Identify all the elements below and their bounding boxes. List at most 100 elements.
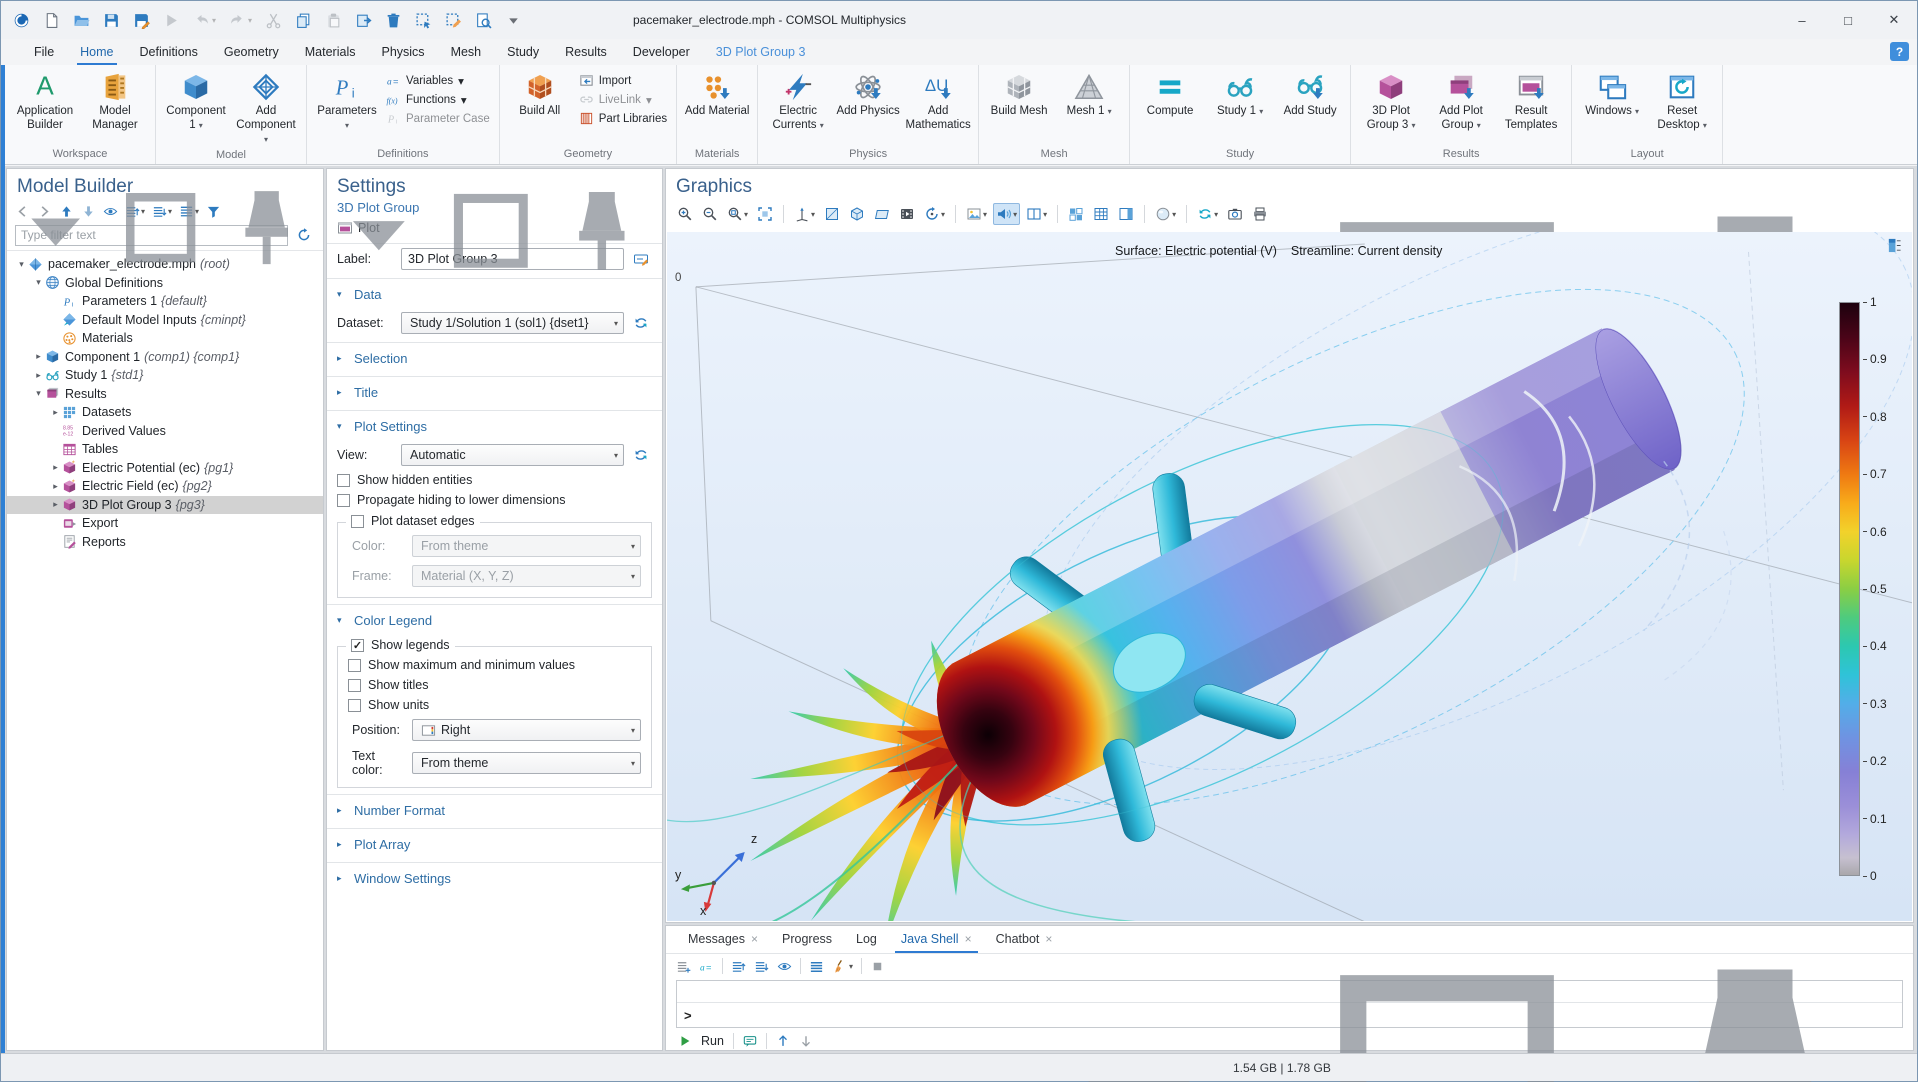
help-button[interactable]: ? — [1890, 42, 1909, 61]
position-select[interactable]: Right — [412, 719, 641, 741]
copy-button[interactable] — [295, 12, 312, 29]
dataset-select[interactable]: Study 1/Solution 1 (sol1) {dset1} — [401, 312, 624, 334]
stop-button[interactable] — [870, 959, 885, 974]
ribbon-tab-definitions[interactable]: Definitions — [127, 41, 211, 65]
tree-expander-icon[interactable]: ▸ — [49, 481, 62, 492]
part-libraries-button[interactable]: Part Libraries — [579, 111, 667, 126]
tree-node-tables[interactable]: Tables — [7, 440, 323, 459]
float-panel-icon[interactable] — [439, 179, 543, 283]
mesh-1-button[interactable]: Mesh 1 ▾ — [1054, 68, 1124, 121]
tree-node-3d-plot-group-3[interactable]: ▸3D Plot Group 3{pg3} — [7, 496, 323, 515]
maximize-button[interactable]: □ — [1825, 1, 1871, 39]
pin-panel-icon[interactable] — [218, 179, 315, 276]
tree-expander-icon[interactable]: ▸ — [32, 370, 45, 381]
ribbon-tab-geometry[interactable]: Geometry — [211, 41, 292, 65]
undo-button[interactable]: ▾ — [193, 12, 216, 29]
save-as-button[interactable] — [133, 12, 150, 29]
tree-node-default-model-inputs[interactable]: Default Model Inputs{cminpt} — [7, 311, 323, 330]
tree-node-derived-values[interactable]: 8.85e-12Derived Values — [7, 422, 323, 441]
zoom-box-button[interactable]: ▾ — [724, 203, 751, 225]
tree-node-materials[interactable]: Materials — [7, 329, 323, 348]
functions-button[interactable]: f(x)Functions▾ — [386, 92, 490, 107]
ribbon-tab-developer[interactable]: Developer — [620, 41, 703, 65]
model-manager-button[interactable]: Model Manager — [80, 68, 150, 135]
add-plot-group-button[interactable]: Add Plot Group ▾ — [1426, 68, 1496, 135]
text-color-select[interactable]: From theme — [412, 752, 641, 774]
electric-currents-button[interactable]: Electric Currents ▾ — [763, 68, 833, 135]
console-tab-log[interactable]: Log — [844, 927, 889, 953]
tree-expander-icon[interactable]: ▸ — [49, 462, 62, 473]
parameters-button[interactable]: PiParameters ▾ — [312, 68, 382, 135]
ribbon-tab-mesh[interactable]: Mesh — [438, 41, 495, 65]
zoom-in-button[interactable] — [674, 203, 696, 225]
add-physics-button[interactable]: Add Physics — [833, 68, 903, 121]
add-mathematics-button[interactable]: ΔUAdd Mathematics — [903, 68, 973, 135]
show-output-button[interactable] — [777, 959, 792, 974]
cut-button[interactable] — [265, 12, 282, 29]
new-shell-button[interactable] — [676, 959, 691, 974]
ribbon-tab-materials[interactable]: Materials — [292, 41, 369, 65]
new-file-button[interactable] — [43, 12, 60, 29]
zoom-out-button[interactable] — [699, 203, 721, 225]
image-snapshot-button[interactable]: ▾ — [963, 203, 990, 225]
customize-toolbar-caret[interactable] — [505, 12, 522, 29]
tree-node-datasets[interactable]: ▸Datasets — [7, 403, 323, 422]
go-to-source-icon[interactable] — [630, 444, 652, 466]
section-selection[interactable]: ▸Selection — [327, 342, 662, 372]
previous-command-button[interactable] — [731, 959, 746, 974]
section-color-legend[interactable]: ▾Color Legend — [327, 604, 662, 634]
ribbon-tab-file[interactable]: File — [21, 41, 67, 65]
compute-button[interactable]: Compute — [1135, 68, 1205, 121]
dialog-icon[interactable] — [743, 1034, 757, 1048]
section-title[interactable]: ▸Title — [327, 376, 662, 406]
section-number-format[interactable]: ▸Number Format — [327, 794, 662, 824]
go-to-source-icon[interactable] — [630, 312, 652, 334]
tree-node-component-1[interactable]: ▸Component 1(comp1) {comp1} — [7, 348, 323, 367]
go-to-xy-view-button[interactable] — [821, 203, 843, 225]
comsol-logo[interactable] — [13, 12, 30, 29]
show-max-min-checkbox[interactable] — [348, 659, 361, 672]
go-to-view-button[interactable]: ▾ — [791, 203, 818, 225]
console-tab-java-shell[interactable]: Java Shell× — [889, 927, 984, 953]
ribbon-tab-home[interactable]: Home — [67, 41, 126, 65]
color-legend-icon[interactable] — [1887, 238, 1902, 253]
show-hidden-checkbox[interactable] — [337, 474, 350, 487]
windows-button[interactable]: Windows ▾ — [1577, 68, 1647, 121]
console-tab-progress[interactable]: Progress — [770, 927, 844, 953]
rotate-button[interactable]: ▾ — [921, 203, 948, 225]
ribbon-tab-study[interactable]: Study — [494, 41, 552, 65]
open-file-button[interactable] — [73, 12, 90, 29]
tree-node-results[interactable]: ▾Results — [7, 385, 323, 404]
tree-node-study-1[interactable]: ▸Study 1{std1} — [7, 366, 323, 385]
ribbon-tab-physics[interactable]: Physics — [368, 41, 437, 65]
view-select[interactable]: Automatic — [401, 444, 624, 466]
show-titles-checkbox[interactable] — [348, 679, 361, 692]
minimize-button[interactable]: – — [1779, 1, 1825, 39]
show-units-checkbox[interactable] — [348, 699, 361, 712]
redo-button[interactable]: ▾ — [229, 12, 252, 29]
previous-entry-icon[interactable] — [776, 1034, 790, 1048]
add-material-button[interactable]: Add Material — [682, 68, 752, 121]
console-tab-messages[interactable]: Messages× — [676, 927, 770, 953]
plot-dataset-edges-checkbox[interactable] — [351, 515, 364, 528]
next-entry-icon[interactable] — [799, 1034, 813, 1048]
clear-selection-button[interactable] — [445, 12, 462, 29]
preview-button[interactable] — [475, 12, 492, 29]
propagate-hiding-checkbox[interactable] — [337, 494, 350, 507]
float-panel-icon[interactable] — [112, 179, 209, 276]
variables-button[interactable]: a=Variables▾ — [386, 73, 490, 88]
tree-expander-icon[interactable]: ▾ — [32, 388, 45, 399]
go-to-yz-view-button[interactable] — [846, 203, 868, 225]
panel-menu-icon[interactable] — [327, 179, 431, 283]
variables-view-button[interactable]: a= — [699, 959, 714, 974]
next-command-button[interactable] — [754, 959, 769, 974]
zoom-extents-button[interactable] — [754, 203, 776, 225]
pin-panel-icon[interactable] — [550, 179, 654, 283]
run-button[interactable]: Run — [701, 1034, 724, 1048]
select-all-button[interactable] — [809, 959, 824, 974]
tree-expander-icon[interactable]: ▸ — [49, 407, 62, 418]
section-window-settings[interactable]: ▸Window Settings — [327, 862, 662, 892]
ribbon-tab-3d-plot-group-3[interactable]: 3D Plot Group 3 — [703, 41, 819, 65]
ribbon-tab-results[interactable]: Results — [552, 41, 620, 65]
application-builder-button[interactable]: AApplication Builder — [10, 68, 80, 135]
